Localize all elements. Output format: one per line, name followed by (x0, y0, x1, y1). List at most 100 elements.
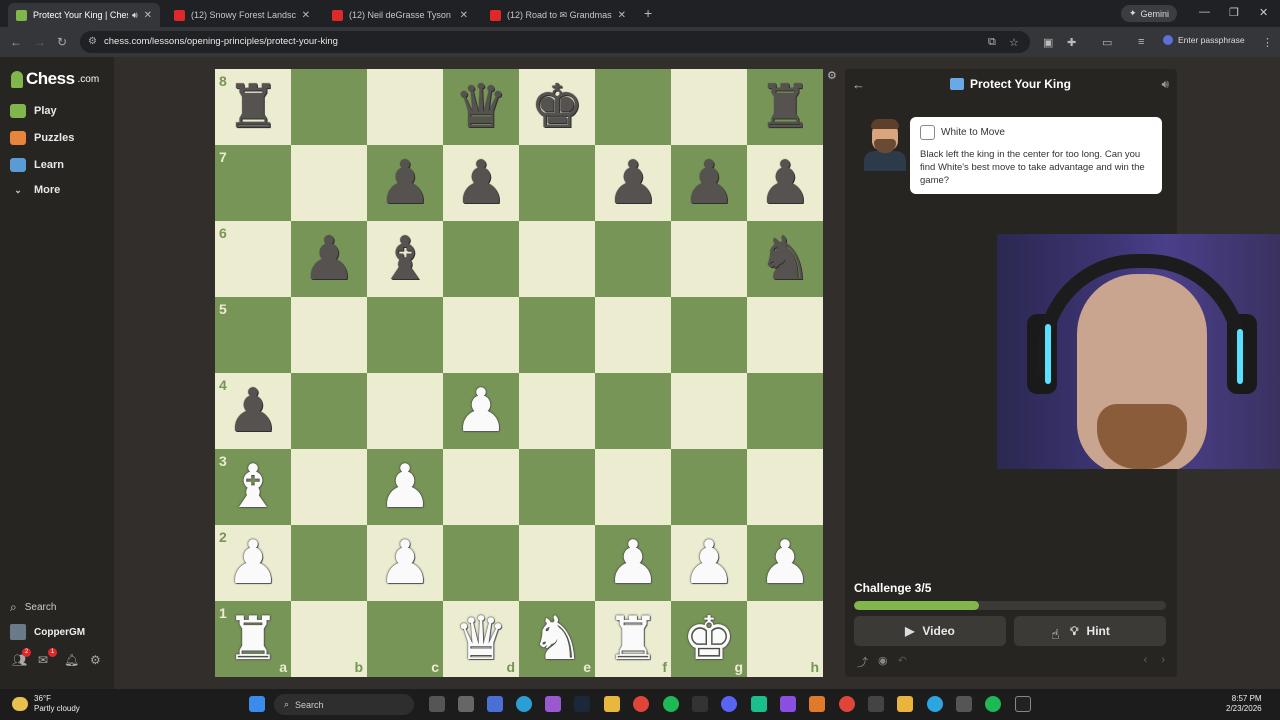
share-icon[interactable]: ⤴ (857, 654, 868, 670)
square-f2[interactable]: ♟ (595, 525, 671, 601)
white-pawn-icon[interactable]: ♟ (682, 533, 736, 593)
square-d6[interactable] (443, 221, 519, 297)
square-h6[interactable]: ♞ (747, 221, 823, 297)
black-pawn-icon[interactable]: ♟ (758, 153, 812, 213)
square-h4[interactable] (747, 373, 823, 449)
back-icon[interactable]: ← (10, 35, 22, 49)
square-e6[interactable] (519, 221, 595, 297)
square-h3[interactable] (747, 449, 823, 525)
square-d5[interactable] (443, 297, 519, 373)
close-tab-icon[interactable]: ✕ (460, 10, 468, 21)
square-a8[interactable]: 8 ♜ (215, 69, 291, 145)
menu-kebab-icon[interactable]: ⋮ (1262, 36, 1273, 49)
reload-icon[interactable]: ↻ (57, 35, 67, 49)
x-icon[interactable] (1015, 696, 1031, 712)
discord-icon[interactable] (721, 696, 737, 712)
hint-button[interactable]: 💡︎ Hint (1014, 616, 1166, 646)
square-h7[interactable]: ♟ (747, 145, 823, 221)
square-f3[interactable] (595, 449, 671, 525)
square-b4[interactable] (291, 373, 367, 449)
square-e2[interactable] (519, 525, 595, 601)
square-d2[interactable] (443, 525, 519, 601)
previous-icon[interactable]: ‹ (1144, 654, 1148, 666)
square-c3[interactable]: ♟ (367, 449, 443, 525)
square-g4[interactable] (671, 373, 747, 449)
square-d8[interactable]: ♛ (443, 69, 519, 145)
audio-playing-icon[interactable]: 🔊︎ (132, 10, 138, 21)
square-a1[interactable]: 1 a ♜ (215, 601, 291, 677)
restore-icon[interactable]: ❐ (1229, 6, 1239, 19)
square-a7[interactable]: 7 (215, 145, 291, 221)
tab-neil-degrasse[interactable]: (12) Neil deGrasse Tyson reacts ✕ (324, 3, 476, 27)
video-button[interactable]: ▶ Video (854, 616, 1006, 646)
undo-icon[interactable]: ↶ (898, 654, 907, 670)
sidebar-item-more[interactable]: ⌄ More (10, 184, 60, 196)
weather-widget[interactable]: 36°F Partly cloudy (12, 694, 80, 714)
square-b3[interactable] (291, 449, 367, 525)
messages-icon[interactable]: ✉ 1 (38, 648, 57, 667)
black-pawn-icon[interactable]: ♟ (454, 153, 508, 213)
square-c6[interactable]: ♝ (367, 221, 443, 297)
black-queen-icon[interactable]: ♛ (454, 77, 508, 137)
white-bishop-icon[interactable]: ♝ (226, 457, 280, 517)
square-a2[interactable]: 2 ♟ (215, 525, 291, 601)
white-pawn-icon[interactable]: ♟ (758, 533, 812, 593)
store-icon[interactable] (458, 696, 474, 712)
black-pawn-icon[interactable]: ♟ (682, 153, 736, 213)
square-e5[interactable] (519, 297, 595, 373)
square-h1[interactable]: h (747, 601, 823, 677)
app-icon[interactable] (487, 696, 503, 712)
install-app-icon[interactable]: ⧉ (988, 36, 996, 49)
white-rook-icon[interactable]: ♜ (606, 609, 660, 669)
tab-road-to-grandmaster[interactable]: (12) Road to ✉ Grandmaster ♗ ✕ (482, 3, 634, 27)
spotify-icon[interactable] (663, 696, 679, 712)
square-b6[interactable]: ♟ (291, 221, 367, 297)
black-pawn-icon[interactable]: ♟ (302, 229, 356, 289)
chrome-icon[interactable] (633, 696, 649, 712)
white-king-icon[interactable]: ♚ (682, 609, 736, 669)
extensions-puzzle-icon[interactable]: ✚ (1067, 36, 1076, 49)
white-rook-icon[interactable]: ♜ (226, 609, 280, 669)
white-pawn-icon[interactable]: ♟ (226, 533, 280, 593)
square-f4[interactable] (595, 373, 671, 449)
edge-icon[interactable] (516, 696, 532, 712)
square-f7[interactable]: ♟ (595, 145, 671, 221)
close-tab-icon[interactable]: ✕ (618, 10, 626, 21)
app-icon[interactable] (780, 696, 796, 712)
epic-games-icon[interactable] (868, 696, 884, 712)
task-view-icon[interactable] (429, 696, 445, 712)
black-rook-icon[interactable]: ♜ (758, 77, 812, 137)
square-c4[interactable] (367, 373, 443, 449)
square-g5[interactable] (671, 297, 747, 373)
square-b1[interactable]: b (291, 601, 367, 677)
square-e4[interactable] (519, 373, 595, 449)
square-c8[interactable] (367, 69, 443, 145)
chess-com-logo[interactable]: Chess .com (11, 69, 99, 89)
white-pawn-icon[interactable]: ♟ (606, 533, 660, 593)
square-e1[interactable]: e ♞ (519, 601, 595, 677)
square-h8[interactable]: ♜ (747, 69, 823, 145)
square-c5[interactable] (367, 297, 443, 373)
black-bishop-icon[interactable]: ♝ (378, 229, 432, 289)
tab-chess-lesson[interactable]: Protect Your King | Chess Le 🔊︎ ✕ (8, 3, 160, 27)
app-icon[interactable] (692, 696, 708, 712)
telegram-icon[interactable] (927, 696, 943, 712)
url-text[interactable]: chess.com/lessons/opening-principles/pro… (104, 36, 338, 47)
white-pawn-icon[interactable]: ♟ (378, 457, 432, 517)
close-tab-icon[interactable]: ✕ (302, 10, 310, 21)
sidebar-search[interactable]: ⌕ Search (10, 600, 56, 615)
tab-snowy-forest[interactable]: (12) Snowy Forest Landscape - ✕ (166, 3, 318, 27)
friends-icon[interactable]: 👥︎ 2 (12, 648, 31, 667)
settings-gear-icon[interactable]: ⚙ (90, 653, 104, 667)
square-a5[interactable]: 5 (215, 297, 291, 373)
square-b7[interactable] (291, 145, 367, 221)
square-g2[interactable]: ♟ (671, 525, 747, 601)
file-explorer-icon[interactable] (604, 696, 620, 712)
sidebar-item-puzzles[interactable]: Puzzles (10, 131, 74, 145)
white-knight-icon[interactable]: ♞ (530, 609, 584, 669)
square-f6[interactable] (595, 221, 671, 297)
square-a6[interactable]: 6 (215, 221, 291, 297)
system-clock[interactable]: 8:57 PM 2/23/2026 (1226, 694, 1262, 714)
app-icon[interactable] (809, 696, 825, 712)
square-f1[interactable]: f ♜ (595, 601, 671, 677)
